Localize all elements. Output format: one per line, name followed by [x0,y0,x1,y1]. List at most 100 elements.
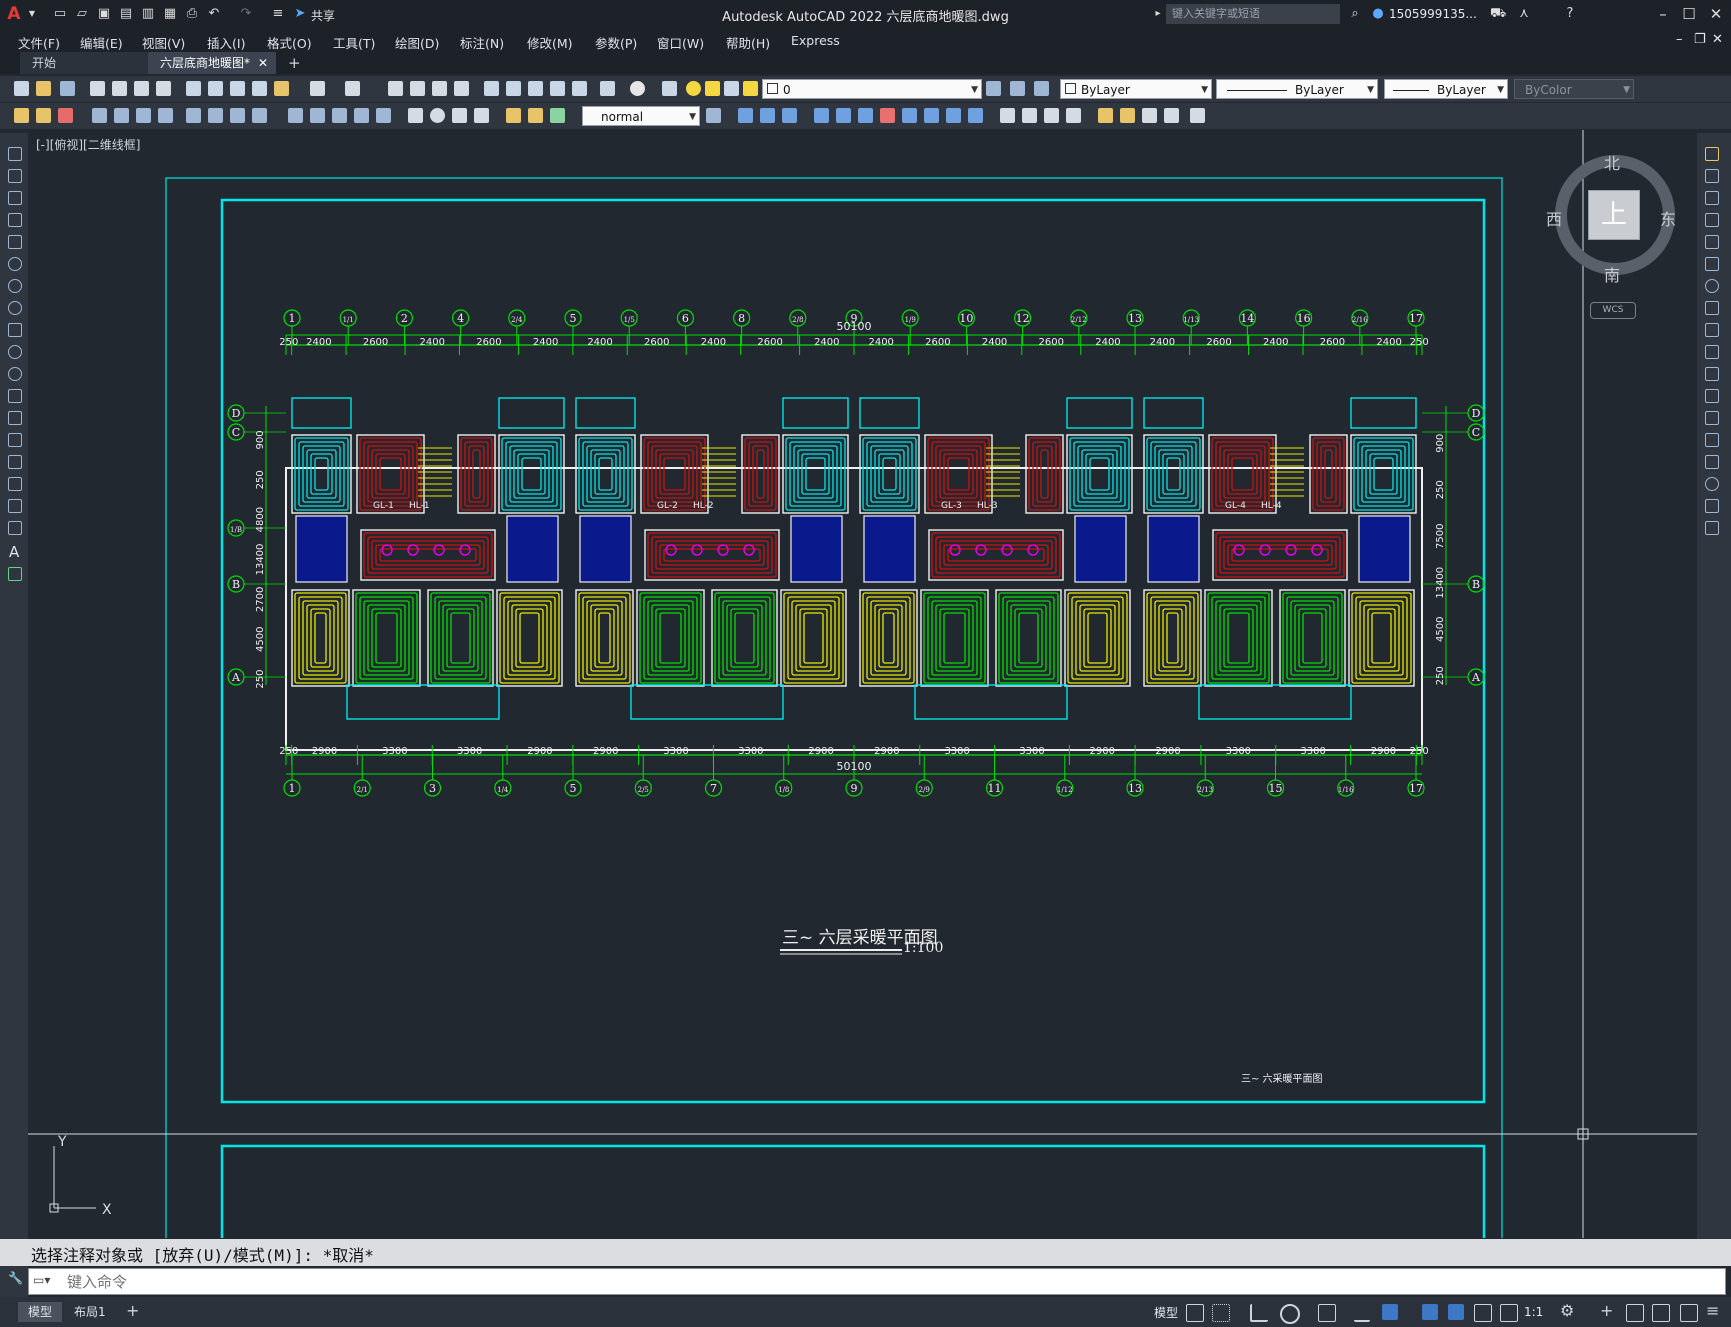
explode-tool-icon[interactable] [1705,521,1719,535]
copy-icon[interactable] [208,81,223,96]
dim-update-icon[interactable] [550,108,565,123]
extend-tool-icon[interactable] [1705,367,1719,381]
annotation-scale-icon[interactable] [1500,1304,1518,1322]
dim-break-icon[interactable] [376,108,391,123]
jogged-linear-icon[interactable] [474,108,489,123]
paste-icon[interactable] [230,81,245,96]
copy-tool-icon[interactable] [1705,169,1719,183]
scale-icon[interactable] [880,108,895,123]
viewcube-west[interactable]: 西 [1546,206,1562,230]
rotate-icon[interactable] [858,108,873,123]
scale-tool-icon[interactable] [1705,301,1719,315]
tab-start[interactable]: 开始 [20,52,148,74]
polar-icon[interactable] [1280,1304,1300,1324]
publish-icon[interactable] [134,81,149,96]
layer-on-icon[interactable] [686,81,701,96]
object-snap-tracking-icon[interactable] [1354,1304,1370,1322]
viewcube-south[interactable]: 南 [1604,262,1620,286]
angular-dim-icon[interactable] [252,108,267,123]
copy-obj-icon[interactable] [738,108,753,123]
quick-select-icon[interactable] [14,108,29,123]
make-block-icon[interactable] [1120,108,1135,123]
calculator-icon[interactable] [600,81,615,96]
circle-tool-icon[interactable] [8,279,22,293]
expand-search-icon[interactable]: ▸ [1150,6,1166,22]
doc-close-icon[interactable]: ✕ [1712,32,1723,47]
layer-lock-icon[interactable] [743,81,758,96]
hatch-tool-icon[interactable] [8,455,22,469]
insert-block-icon[interactable] [1098,108,1113,123]
user-account-label[interactable]: 1505999135... [1389,7,1477,21]
properties-icon[interactable] [484,81,499,96]
dim-space-icon[interactable] [354,108,369,123]
wcs-menu[interactable]: WCS [1590,302,1636,319]
rectangle-tool-icon[interactable] [8,235,22,249]
ellipse-tool-icon[interactable] [8,345,22,359]
lineweight-dropdown[interactable]: ByLayer ▼ [1384,79,1508,99]
layer-freeze-icon[interactable] [705,81,720,96]
gradient-icon[interactable] [1164,108,1179,123]
dim-edit-icon[interactable] [506,108,521,123]
new-icon[interactable] [14,81,29,96]
arc-tool-icon[interactable] [8,257,22,271]
command-line[interactable]: ▭▾ [28,1268,1726,1295]
clean-screen-icon[interactable] [1680,1304,1698,1322]
minimize-icon[interactable]: – [1650,3,1676,25]
explode-icon[interactable] [1044,108,1059,123]
ordinate-dim-icon[interactable] [158,108,173,123]
cart-icon[interactable]: ⛟ [1490,6,1506,22]
object-snap-icon[interactable] [1382,1304,1398,1320]
zoom-window-icon[interactable] [432,81,447,96]
quick-dim-icon[interactable] [288,108,303,123]
menu-help[interactable]: 帮助(H) [726,33,770,52]
trim-tool-icon[interactable] [1705,345,1719,359]
hatch-icon[interactable] [1142,108,1157,123]
line-tool-icon[interactable] [8,147,22,161]
trim-icon[interactable] [924,108,939,123]
doc-restore-icon[interactable]: ❐ [1694,32,1706,47]
layer-viewport-icon[interactable] [724,81,739,96]
linear-dim-icon[interactable] [92,108,107,123]
array-tool-icon[interactable] [1705,235,1719,249]
polyline-tool-icon[interactable] [8,191,22,205]
menu-window[interactable]: 窗口(W) [657,33,704,52]
table-tool-icon[interactable] [8,521,22,535]
close-icon[interactable]: ✕ [1703,3,1729,25]
autodesk-app-icon[interactable]: ⋏ [1516,6,1532,22]
menu-format[interactable]: 格式(O) [267,33,312,52]
units-icon[interactable] [1626,1304,1644,1322]
radius-dim-icon[interactable] [186,108,201,123]
grid-icon[interactable] [1186,1304,1204,1322]
center-mark-icon[interactable] [430,108,445,123]
tab-close-icon[interactable]: ✕ [258,52,268,74]
make-current-layer-icon[interactable] [986,81,1001,96]
menu-parametric[interactable]: 参数(P) [595,33,637,52]
model-space-toggle[interactable]: 模型 [1154,1304,1178,1321]
menu-edit[interactable]: 编辑(E) [80,33,123,52]
layout-tab-model[interactable]: 模型 [18,1302,63,1322]
stretch-icon[interactable] [902,108,917,123]
join-icon[interactable] [1066,108,1081,123]
annotation-monitor-icon[interactable]: + [1600,1301,1613,1320]
command-settings-icon[interactable]: 🔧 [8,1271,23,1285]
rotate-tool-icon[interactable] [1705,279,1719,293]
chamfer-tool-icon[interactable] [1705,455,1719,469]
insert-block-tool-icon[interactable] [8,389,22,403]
3d-print-icon[interactable] [156,81,171,96]
match-properties-icon[interactable] [252,81,267,96]
move-tool-icon[interactable] [1705,257,1719,271]
layer-dropdown[interactable]: 0 ▼ [762,79,982,99]
block-editor-icon[interactable] [274,81,289,96]
zoom-previous-icon[interactable] [454,81,469,96]
jogged-dim-icon[interactable] [208,108,223,123]
color-dropdown[interactable]: ByLayer ▼ [1060,79,1212,99]
doc-minimize-icon[interactable]: – [1676,32,1683,47]
plot-preview-icon[interactable] [112,81,127,96]
viewcube-north[interactable]: 北 [1604,150,1620,174]
break-icon[interactable] [968,108,983,123]
menu-view[interactable]: 视图(V) [142,33,185,52]
layout-tab-layout1[interactable]: 布局1 [64,1302,116,1322]
polygon-tool-icon[interactable] [8,213,22,227]
region-tool-icon[interactable] [8,499,22,513]
redo-toolbar-icon[interactable] [345,81,360,96]
